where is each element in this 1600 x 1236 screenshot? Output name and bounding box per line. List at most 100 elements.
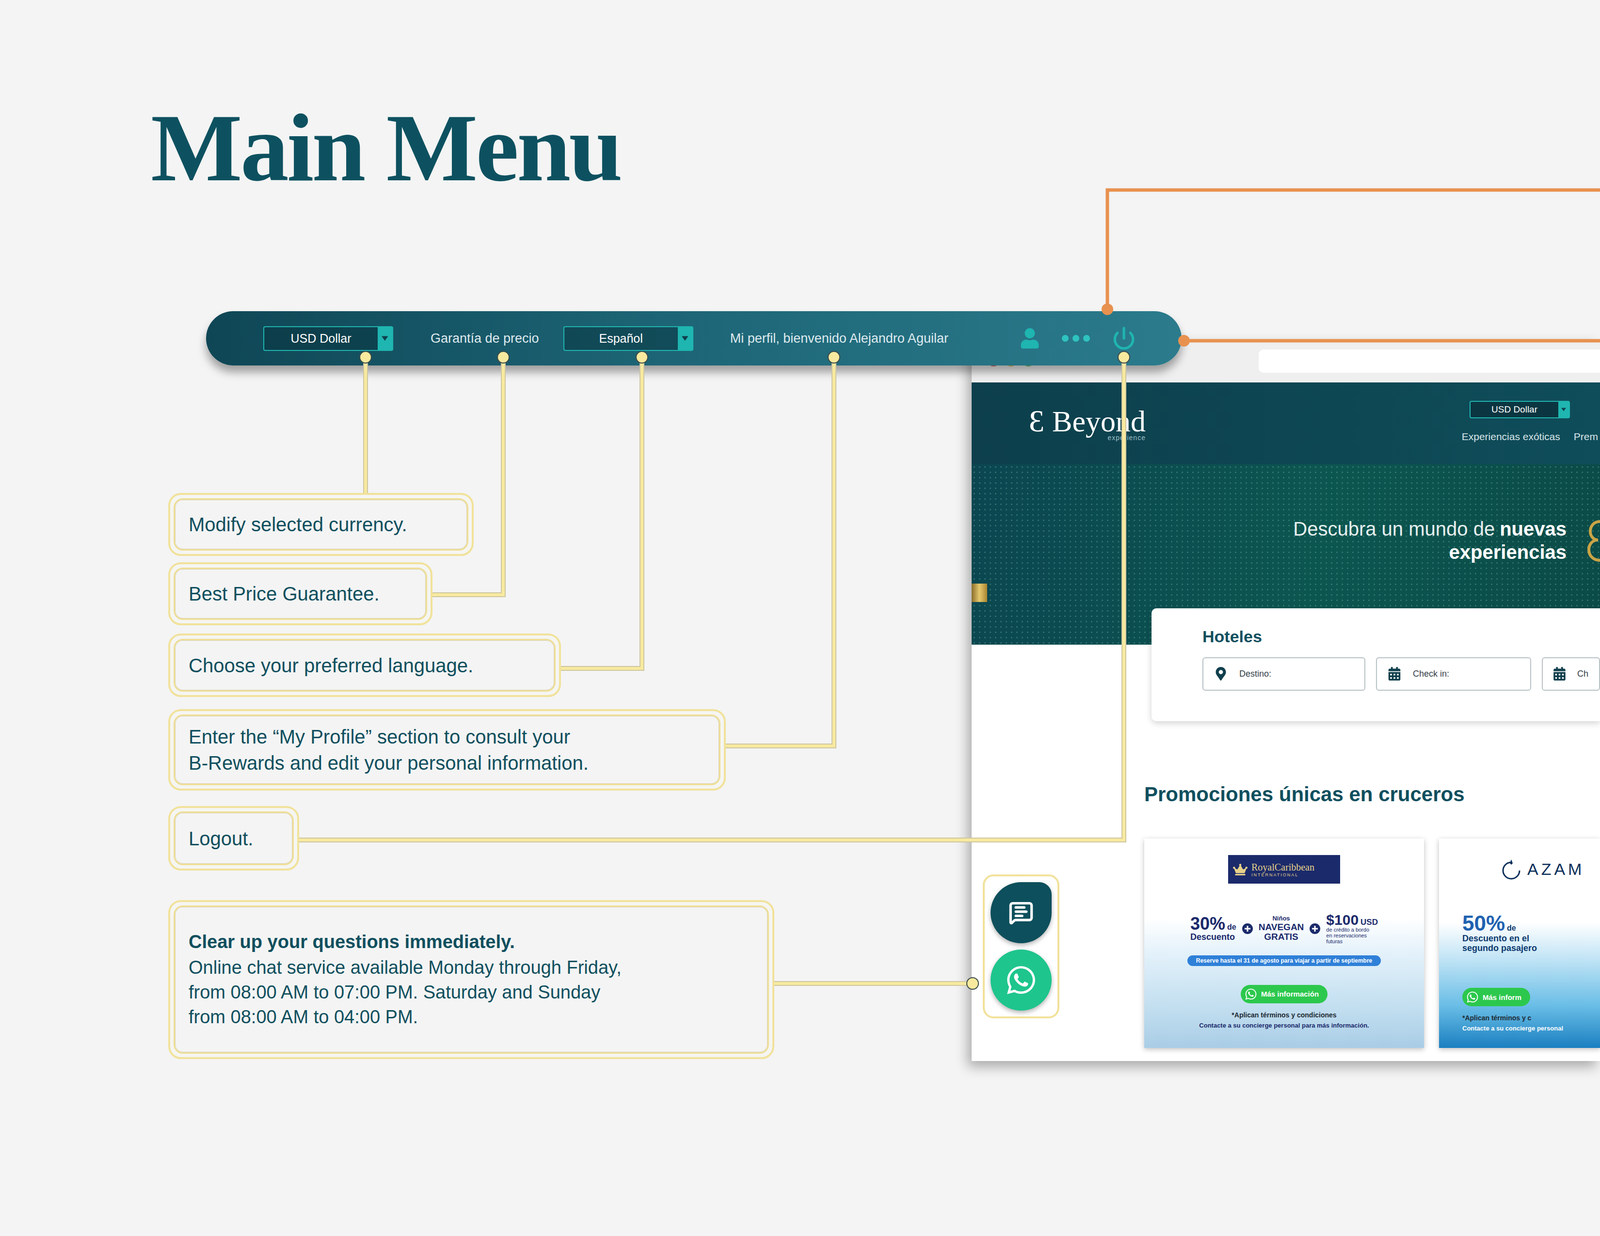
caret-down-icon	[381, 336, 389, 342]
hero-bold: nuevas	[1499, 518, 1567, 540]
connector-line	[547, 357, 642, 669]
offer-small: Niños	[1272, 915, 1290, 923]
brand-logo: RoyalCaribbeanINTERNATIONAL	[1228, 855, 1341, 884]
brand-sub: INTERNATIONAL	[1251, 872, 1315, 878]
site-currency-select[interactable]: USD Dollar	[1469, 400, 1570, 419]
field-placeholder: Destino:	[1239, 669, 1272, 680]
more-icon[interactable]	[1061, 334, 1091, 343]
select-arrow[interactable]	[377, 327, 393, 351]
callout-text: from 08:00 AM to 04:00 PM.	[188, 1005, 754, 1030]
offer-big: 50%	[1462, 912, 1505, 935]
offer-line: en reservaciones	[1326, 933, 1367, 940]
select-value: USD Dollar	[1470, 401, 1559, 418]
select-arrow[interactable]	[677, 327, 693, 351]
whatsapp-icon	[1244, 988, 1258, 1001]
profile-link[interactable]: Mi perfil, bienvenido Alejandro Aguilar	[730, 331, 949, 347]
search-field[interactable]: Check in:	[1376, 657, 1532, 691]
browser-window: ƐBeyondexperience USD Dollar Experiencias …	[971, 339, 1600, 1062]
plus-cross	[1312, 926, 1318, 932]
offer-headline: 50%de	[1462, 912, 1517, 935]
callout: Choose your preferred language.	[168, 633, 561, 698]
site-nav: Experiencias exóticas Prem	[1461, 431, 1600, 443]
callout-text: Choose your preferred language.	[188, 652, 541, 679]
connector-edge	[363, 357, 368, 500]
more-dot	[1061, 335, 1069, 342]
offer-big: $100	[1326, 912, 1359, 928]
promo-contact: Contacte a su concierge personal para má…	[1199, 1022, 1369, 1030]
caret-down-icon	[1561, 407, 1567, 412]
select-arrow[interactable]	[1558, 401, 1569, 418]
offer-small: de	[1506, 924, 1517, 933]
hero-line: experiencias	[1449, 540, 1567, 564]
connector-edge	[712, 357, 834, 747]
chat-buttons	[982, 874, 1060, 1019]
promotions-title: Promociones únicas en cruceros	[1144, 782, 1600, 807]
connector-line	[712, 357, 834, 747]
site-logo[interactable]: ƐBeyondexperience	[1028, 405, 1146, 442]
callout: Best Price Guarantee.	[168, 562, 433, 626]
offer-small: USD	[1360, 918, 1378, 928]
orange-connector	[1107, 190, 1600, 310]
offer-line: NAVEGAN	[1258, 922, 1305, 933]
promotions: Promociones únicas en cruceros RoyalCarib…	[971, 721, 1600, 1049]
promo-note: Reserve hasta el 31 de agosto para viaja…	[1187, 955, 1382, 967]
connector	[712, 357, 834, 747]
connector-line	[421, 357, 504, 595]
currency-select[interactable]: USD Dollar	[263, 326, 394, 352]
plus-circle	[1309, 923, 1321, 935]
callout-title: Clear up your questions immediately.	[188, 929, 754, 956]
whatsapp-icon	[1466, 991, 1479, 1004]
connector-dot	[359, 351, 372, 364]
price-guarantee-link[interactable]: Garantía de precio	[430, 331, 540, 347]
button-label: Más inform	[1482, 993, 1522, 1002]
nav-item[interactable]: Prem	[1573, 431, 1599, 443]
search-fields: Destino: Check in: Ch	[1202, 657, 1600, 691]
connector	[547, 357, 642, 669]
connector-dot	[1118, 351, 1130, 364]
site-header: ƐBeyondexperience USD Dollar Experiencias …	[971, 382, 1600, 465]
select-value: Español	[564, 327, 678, 351]
offer: $100USDde crédito a bordoen reservacione…	[1326, 912, 1378, 945]
crown-icon	[1232, 862, 1248, 878]
connector-edge	[547, 357, 642, 669]
more-info-button[interactable]: Más inform	[1462, 988, 1531, 1007]
plus-circle	[1242, 923, 1253, 935]
connector-dot	[966, 977, 979, 990]
connector	[756, 983, 973, 985]
callout-text: Modify selected currency.	[188, 511, 454, 538]
callout-body: Choose your preferred language.	[173, 639, 556, 692]
connector-dot	[636, 351, 648, 364]
callout: Modify selected currency.	[168, 493, 474, 557]
user-icon[interactable]	[1019, 328, 1040, 349]
search-wrap: HotelesDestino:Check in:Ch	[971, 608, 1600, 722]
connector-line	[756, 982, 973, 986]
address-bar[interactable]	[1258, 349, 1600, 373]
calendar-icon	[1387, 667, 1402, 681]
select-value: USD Dollar	[264, 327, 378, 351]
button-label: Más información	[1261, 990, 1319, 999]
chat-button[interactable]	[990, 882, 1052, 944]
header-right: USD Dollar Experiencias exóticas Prem	[1461, 382, 1600, 443]
offer: 50%deDescuento en elsegundo pasajero	[1462, 912, 1537, 954]
caret-shape	[381, 336, 389, 341]
more-info-button[interactable]: Más información	[1240, 985, 1328, 1004]
callout-body: Enter the “My Profile” section to consul…	[173, 714, 721, 786]
language-select[interactable]: Español	[563, 326, 694, 352]
promo-terms: *Aplican términos y condiciones	[1231, 1011, 1337, 1020]
nav-item[interactable]: Experiencias exóticas	[1461, 431, 1561, 443]
offers: 50%deDescuento en elsegundo pasajero	[1462, 912, 1537, 954]
promo-card[interactable]: RoyalCaribbeanINTERNATIONAL30%deDescuent…	[1144, 838, 1424, 1049]
calendar-icon	[1553, 667, 1566, 681]
hero-text: Descubra un mundo denuevasexperiencias	[1293, 517, 1567, 564]
callout-body: Clear up your questions immediately.Onli…	[173, 905, 769, 1055]
promo-card[interactable]: AZAM50%deDescuento en elsegundo pasajero…	[1439, 838, 1600, 1049]
offer-line: de crédito a bordo	[1326, 927, 1370, 934]
whatsapp-button[interactable]	[990, 949, 1052, 1011]
power-icon[interactable]	[1111, 326, 1136, 351]
search-field[interactable]: Ch	[1541, 657, 1600, 691]
field-placeholder: Ch	[1577, 669, 1589, 680]
offer-line: segundo pasajero	[1462, 944, 1537, 954]
brand-name: RoyalCaribbean	[1251, 862, 1315, 873]
search-field[interactable]: Destino:	[1202, 657, 1366, 691]
orange-connector	[1184, 339, 1600, 343]
